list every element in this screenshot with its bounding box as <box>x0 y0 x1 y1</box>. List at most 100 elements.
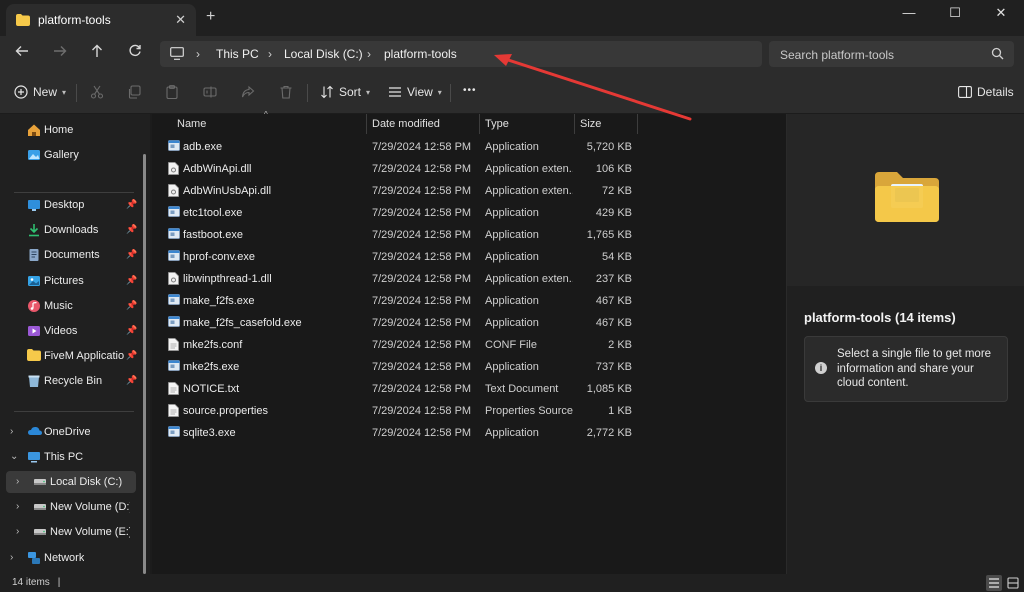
file-name: make_f2fs_casefold.exe <box>183 317 302 329</box>
sidebar-item-fivem-application-i[interactable]: FiveM Application I 📌 <box>0 345 140 367</box>
file-row[interactable]: adb.exe 7/29/2024 12:58 PM Application 5… <box>152 136 786 158</box>
sidebar-item-recycle-bin[interactable]: Recycle Bin 📌 <box>0 370 140 392</box>
sidebar-item-new-volume-d[interactable]: › New Volume (D:) <box>0 496 140 518</box>
search-input[interactable]: Search platform-tools <box>769 41 1014 67</box>
sidebar-item-gallery[interactable]: Gallery <box>0 144 140 166</box>
column-header-size[interactable]: Size <box>580 114 601 134</box>
file-row[interactable]: libwinpthread-1.dll 7/29/2024 12:58 PM A… <box>152 268 786 290</box>
drive-icon <box>33 500 47 514</box>
file-name: AdbWinUsbApi.dll <box>183 185 272 197</box>
pin-icon[interactable]: 📌 <box>126 350 137 361</box>
share-icon <box>241 85 255 98</box>
scissors-icon <box>90 85 104 99</box>
back-button[interactable] <box>11 44 33 64</box>
column-header-date[interactable]: Date modified <box>372 114 440 134</box>
nav-divider <box>14 411 134 412</box>
pin-icon[interactable]: 📌 <box>126 224 137 235</box>
application-icon <box>168 250 180 264</box>
minimize-button[interactable]: — <box>886 0 932 30</box>
pin-icon[interactable]: 📌 <box>126 325 137 336</box>
file-type: Application exten... <box>485 163 573 175</box>
maximize-button[interactable]: ☐ <box>932 0 978 30</box>
copy-button[interactable] <box>127 85 141 99</box>
column-divider[interactable] <box>366 114 367 134</box>
new-button[interactable]: New ▾ <box>14 85 66 99</box>
view-list-icon <box>389 87 401 97</box>
pin-icon[interactable]: 📌 <box>126 249 137 260</box>
view-button[interactable]: View ▾ <box>388 85 442 99</box>
title-bar: platform-tools ✕ + — ☐ ✕ <box>0 0 1024 36</box>
share-button[interactable] <box>241 85 255 99</box>
file-row[interactable]: mke2fs.exe 7/29/2024 12:58 PM Applicatio… <box>152 356 786 378</box>
column-divider[interactable] <box>637 114 638 134</box>
file-row[interactable]: mke2fs.conf 7/29/2024 12:58 PM CONF File… <box>152 334 786 356</box>
file-type: Text Document <box>485 383 559 395</box>
pin-icon[interactable]: 📌 <box>126 300 137 311</box>
sidebar-item-videos[interactable]: Videos 📌 <box>0 320 140 342</box>
sidebar-item-music[interactable]: Music 📌 <box>0 295 140 317</box>
address-bar[interactable]: › This PC › Local Disk (C:) › platform-t… <box>160 41 762 67</box>
file-row[interactable]: sqlite3.exe 7/29/2024 12:58 PM Applicati… <box>152 422 786 444</box>
sidebar-item-home[interactable]: Home <box>0 119 140 141</box>
sidebar-item-onedrive[interactable]: › OneDrive <box>0 421 140 443</box>
file-row[interactable]: etc1tool.exe 7/29/2024 12:58 PM Applicat… <box>152 202 786 224</box>
cut-button[interactable] <box>90 85 104 99</box>
file-type: Application <box>485 361 539 373</box>
sidebar-item-network[interactable]: › Network <box>0 547 140 569</box>
rename-icon <box>203 86 217 98</box>
chevron-right-icon[interactable]: › <box>16 476 19 487</box>
file-row[interactable]: make_f2fs_casefold.exe 7/29/2024 12:58 P… <box>152 312 786 334</box>
sidebar-item-downloads[interactable]: Downloads 📌 <box>0 219 140 241</box>
file-name: mke2fs.conf <box>183 339 243 351</box>
column-divider[interactable] <box>574 114 575 134</box>
close-window-button[interactable]: ✕ <box>978 0 1024 30</box>
delete-button[interactable] <box>279 85 293 99</box>
sidebar-item-desktop[interactable]: Desktop 📌 <box>0 194 140 216</box>
chevron-down-icon[interactable]: ⌄ <box>10 451 18 462</box>
refresh-button[interactable] <box>124 44 146 64</box>
search-icon <box>991 47 1004 63</box>
column-header-name[interactable]: Name <box>177 114 206 134</box>
tab-close-button[interactable]: ✕ <box>175 12 186 28</box>
paste-button[interactable] <box>165 85 179 99</box>
column-header-type[interactable]: Type <box>485 114 509 134</box>
sidebar-item-pictures[interactable]: Pictures 📌 <box>0 270 140 292</box>
breadcrumb-platform-tools[interactable]: platform-tools <box>384 47 457 61</box>
sidebar-item-new-volume-e[interactable]: › New Volume (E:) <box>0 521 140 543</box>
pin-icon[interactable]: 📌 <box>126 199 137 210</box>
file-row[interactable]: hprof-conv.exe 7/29/2024 12:58 PM Applic… <box>152 246 786 268</box>
toolbar-divider <box>450 84 451 102</box>
chevron-right-icon[interactable]: › <box>10 426 13 437</box>
folder-icon <box>27 349 41 363</box>
forward-button[interactable] <box>49 44 71 64</box>
sidebar-item-local-disk-c[interactable]: › Local Disk (C:) <box>6 471 136 493</box>
rename-button[interactable] <box>203 85 217 99</box>
sidebar-item-documents[interactable]: Documents 📌 <box>0 244 140 266</box>
file-row[interactable]: fastboot.exe 7/29/2024 12:58 PM Applicat… <box>152 224 786 246</box>
file-type: Application <box>485 317 539 329</box>
details-view-button[interactable] <box>986 575 1002 591</box>
pin-icon[interactable]: 📌 <box>126 275 137 286</box>
more-options-button[interactable]: ••• <box>463 85 477 96</box>
tab-platform-tools[interactable]: platform-tools ✕ <box>6 4 196 36</box>
file-row[interactable]: NOTICE.txt 7/29/2024 12:58 PM Text Docum… <box>152 378 786 400</box>
new-tab-button[interactable]: + <box>206 9 215 25</box>
nav-scrollbar[interactable] <box>143 154 146 574</box>
details-button[interactable]: Details <box>958 85 1014 99</box>
file-row[interactable]: AdbWinApi.dll 7/29/2024 12:58 PM Applica… <box>152 158 786 180</box>
file-row[interactable]: make_f2fs.exe 7/29/2024 12:58 PM Applica… <box>152 290 786 312</box>
file-row[interactable]: AdbWinUsbApi.dll 7/29/2024 12:58 PM Appl… <box>152 180 786 202</box>
chevron-right-icon[interactable]: › <box>16 501 19 512</box>
pin-icon[interactable]: 📌 <box>126 375 137 386</box>
tiles-view-button[interactable] <box>1005 575 1021 591</box>
chevron-right-icon[interactable]: › <box>16 526 19 537</box>
sidebar-item-this-pc[interactable]: ⌄ This PC <box>0 446 140 468</box>
chevron-right-icon[interactable]: › <box>10 552 13 563</box>
up-button[interactable] <box>86 44 108 64</box>
file-date: 7/29/2024 12:58 PM <box>372 273 472 285</box>
breadcrumb-this-pc[interactable]: This PC <box>216 47 259 61</box>
breadcrumb-local-disk[interactable]: Local Disk (C:) <box>284 47 363 61</box>
sort-button[interactable]: Sort ▾ <box>320 85 370 99</box>
column-divider[interactable] <box>479 114 480 134</box>
file-row[interactable]: source.properties 7/29/2024 12:58 PM Pro… <box>152 400 786 422</box>
